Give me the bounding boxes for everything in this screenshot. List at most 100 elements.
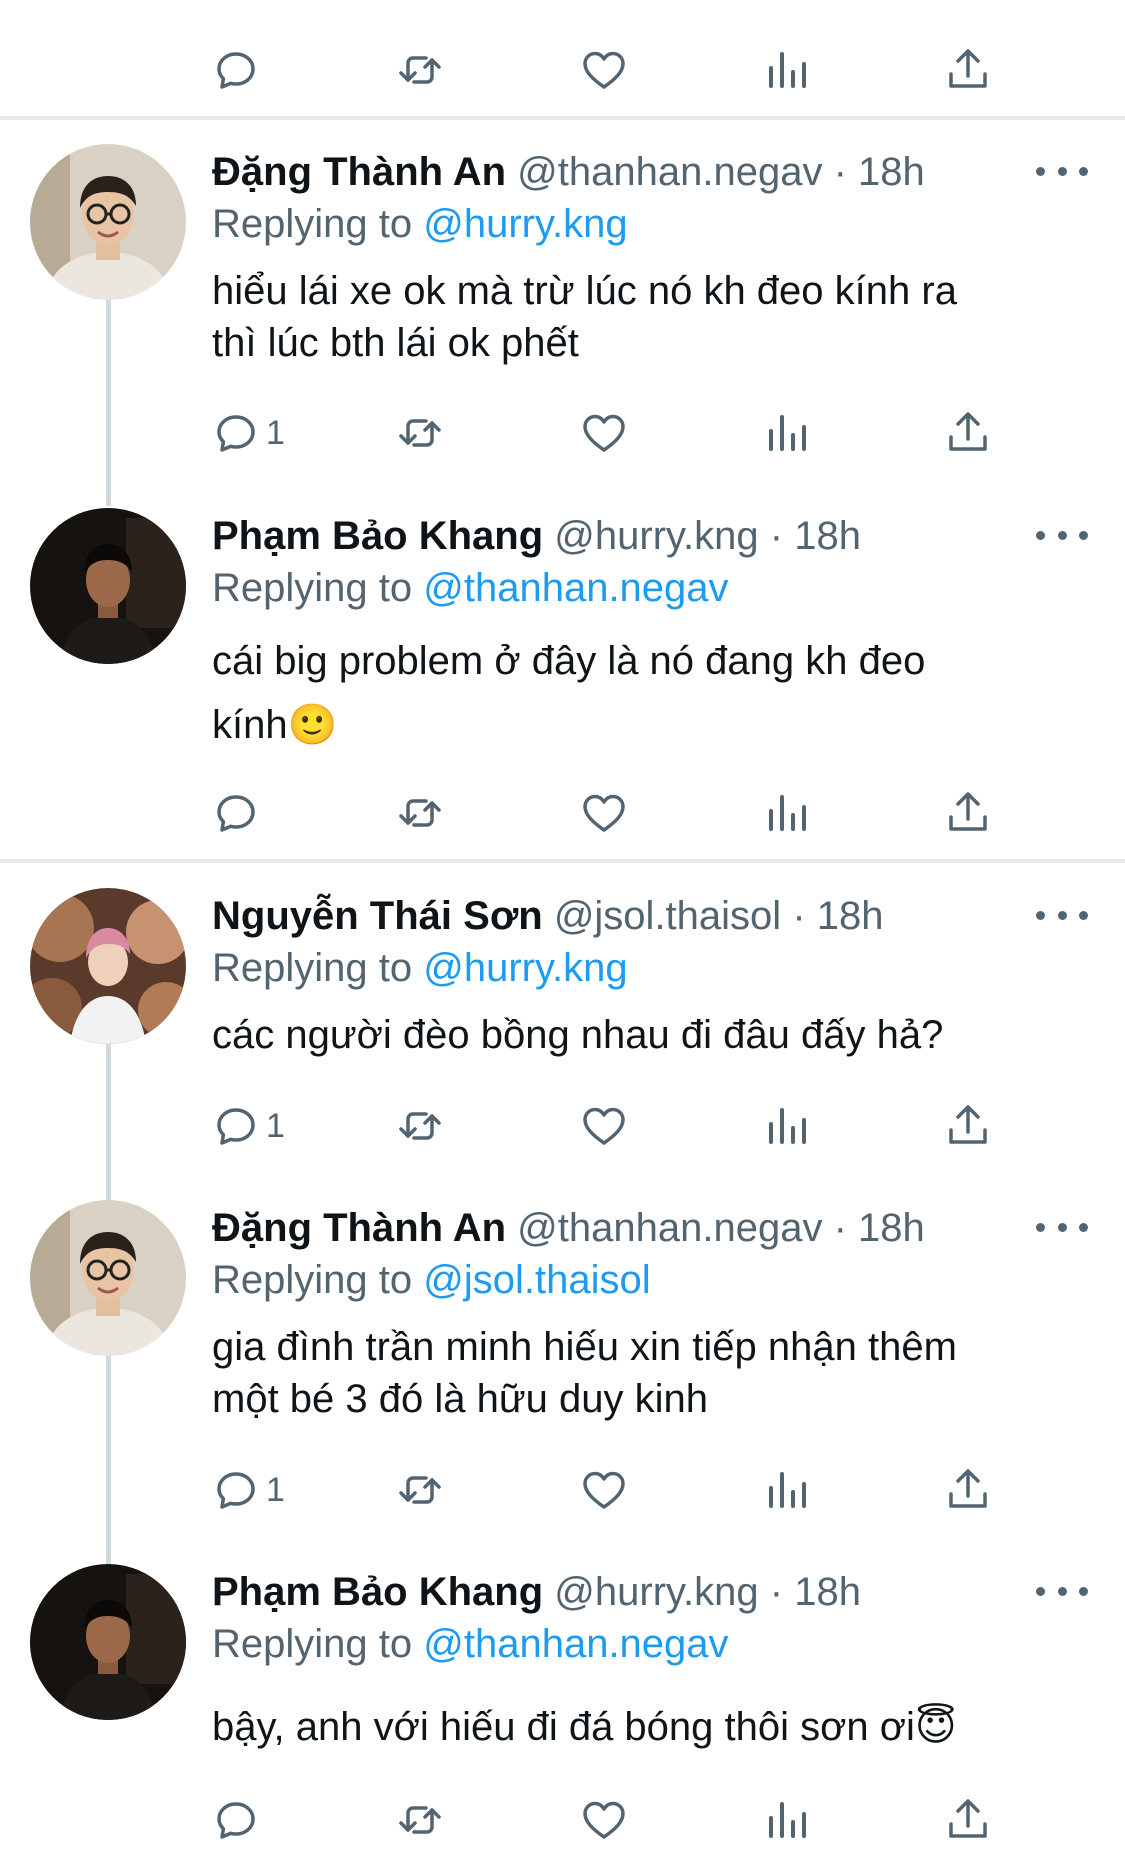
analytics-icon <box>769 52 806 88</box>
reply-button[interactable] <box>212 40 266 100</box>
retweet-button[interactable] <box>396 40 444 100</box>
more-icon <box>1036 1586 1045 1596</box>
share-icon <box>949 412 987 451</box>
mention-link[interactable]: @hurry.kng <box>423 202 627 246</box>
reply-button[interactable]: 1 <box>212 403 285 463</box>
share-button[interactable] <box>944 403 992 463</box>
mention-link[interactable]: @hurry.kng <box>423 946 627 990</box>
mention-link[interactable]: @jsol.thaisol <box>423 1258 650 1302</box>
share-button[interactable] <box>944 1460 992 1520</box>
replying-label: Replying to <box>212 1258 413 1302</box>
replying-label: Replying to <box>212 946 413 990</box>
avatar[interactable] <box>30 1564 186 1720</box>
like-icon <box>583 414 625 452</box>
analytics-icon <box>769 1472 806 1508</box>
analytics-icon <box>769 415 806 451</box>
analytics-button[interactable] <box>763 1096 811 1156</box>
timestamp[interactable]: 18h <box>794 1570 861 1614</box>
more-options-button[interactable] <box>1036 895 1088 935</box>
reply-icon <box>217 1472 255 1509</box>
replying-label: Replying to <box>212 1622 413 1666</box>
divider <box>0 859 1125 863</box>
retweet-button[interactable] <box>396 1790 444 1850</box>
display-name[interactable]: Phạm Bảo Khang <box>212 1570 543 1614</box>
tweet-header: Đặng Thành An @thanhan.negav · 18h <box>212 146 925 198</box>
analytics-icon <box>769 1802 806 1838</box>
tweet-actions: 1 <box>0 403 1125 463</box>
like-button[interactable] <box>580 403 628 463</box>
avatar[interactable] <box>30 508 186 664</box>
reply-button[interactable]: 1 <box>212 1460 285 1520</box>
like-icon <box>583 1107 625 1145</box>
timestamp[interactable]: 18h <box>794 514 861 558</box>
tweet-header: Phạm Bảo Khang @hurry.kng · 18h <box>212 510 861 562</box>
tweet-header: Nguyễn Thái Sơn @jsol.thaisol · 18h <box>212 890 884 942</box>
analytics-icon <box>769 1108 806 1144</box>
more-options-button[interactable] <box>1036 1571 1088 1611</box>
display-name[interactable]: Nguyễn Thái Sơn <box>212 894 543 938</box>
display-name[interactable]: Đặng Thành An <box>212 150 506 194</box>
reply-count: 1 <box>266 1470 285 1509</box>
tweet-actions: 1 <box>0 1460 1125 1520</box>
share-button[interactable] <box>944 40 992 100</box>
more-icon-dot <box>1057 166 1067 176</box>
separator-dot: · <box>769 514 784 558</box>
avatar[interactable] <box>30 888 186 1044</box>
like-button[interactable] <box>580 40 628 100</box>
avatar[interactable] <box>30 144 186 300</box>
more-options-button[interactable] <box>1036 151 1088 191</box>
reply-button[interactable]: 1 <box>212 1096 285 1156</box>
timestamp[interactable]: 18h <box>858 1206 925 1250</box>
more-icon-dot <box>1057 1586 1067 1596</box>
reply-button[interactable] <box>212 1790 266 1850</box>
like-button[interactable] <box>580 1790 628 1850</box>
more-options-button[interactable] <box>1036 515 1088 555</box>
display-name[interactable]: Đặng Thành An <box>212 1206 506 1250</box>
more-icon-dot <box>1057 1222 1067 1232</box>
reply-icon <box>217 415 255 452</box>
user-handle[interactable]: @hurry.kng <box>554 1570 758 1614</box>
analytics-button[interactable] <box>763 1790 811 1850</box>
more-icon-dot <box>1079 910 1088 920</box>
display-name[interactable]: Phạm Bảo Khang <box>212 514 543 558</box>
share-icon <box>949 1469 987 1508</box>
share-button[interactable] <box>944 783 992 843</box>
analytics-icon <box>769 795 806 831</box>
like-button[interactable] <box>580 1460 628 1520</box>
analytics-button[interactable] <box>763 40 811 100</box>
separator-dot: · <box>792 894 806 938</box>
user-handle[interactable]: @thanhan.negav <box>517 1206 822 1250</box>
like-icon <box>583 51 625 89</box>
tweet-text: các người đèo bồng nhau đi đâu đấy hả? <box>212 1013 944 1057</box>
retweet-icon <box>399 419 441 447</box>
replying-label: Replying to <box>212 566 413 610</box>
tweet-actions <box>0 1790 1125 1850</box>
reply-button[interactable] <box>212 783 266 843</box>
analytics-button[interactable] <box>763 783 811 843</box>
retweet-button[interactable] <box>396 1096 444 1156</box>
separator-dot: · <box>833 150 847 194</box>
like-button[interactable] <box>580 783 628 843</box>
replying-to: Replying to @hurry.kng <box>212 198 628 250</box>
analytics-button[interactable] <box>763 1460 811 1520</box>
timestamp[interactable]: 18h <box>858 150 925 194</box>
tweet-header: Phạm Bảo Khang @hurry.kng · 18h <box>212 1566 861 1618</box>
like-button[interactable] <box>580 1096 628 1156</box>
more-icon <box>1036 166 1045 176</box>
user-handle[interactable]: @thanhan.negav <box>517 150 822 194</box>
mention-link[interactable]: @thanhan.negav <box>423 1622 728 1666</box>
analytics-button[interactable] <box>763 403 811 463</box>
mention-link[interactable]: @thanhan.negav <box>423 566 728 610</box>
user-handle[interactable]: @jsol.thaisol <box>554 894 781 938</box>
timestamp[interactable]: 18h <box>817 894 884 938</box>
share-button[interactable] <box>944 1096 992 1156</box>
retweet-button[interactable] <box>396 403 444 463</box>
share-button[interactable] <box>944 1790 992 1850</box>
retweet-button[interactable] <box>396 1460 444 1520</box>
user-handle[interactable]: @hurry.kng <box>554 514 758 558</box>
more-options-button[interactable] <box>1036 1207 1088 1247</box>
share-icon <box>949 1799 987 1838</box>
tweet-text: bậy, anh với hiếu đi đá bóng thôi sơn ơi… <box>212 1705 957 1749</box>
avatar[interactable] <box>30 1200 186 1356</box>
retweet-button[interactable] <box>396 783 444 843</box>
